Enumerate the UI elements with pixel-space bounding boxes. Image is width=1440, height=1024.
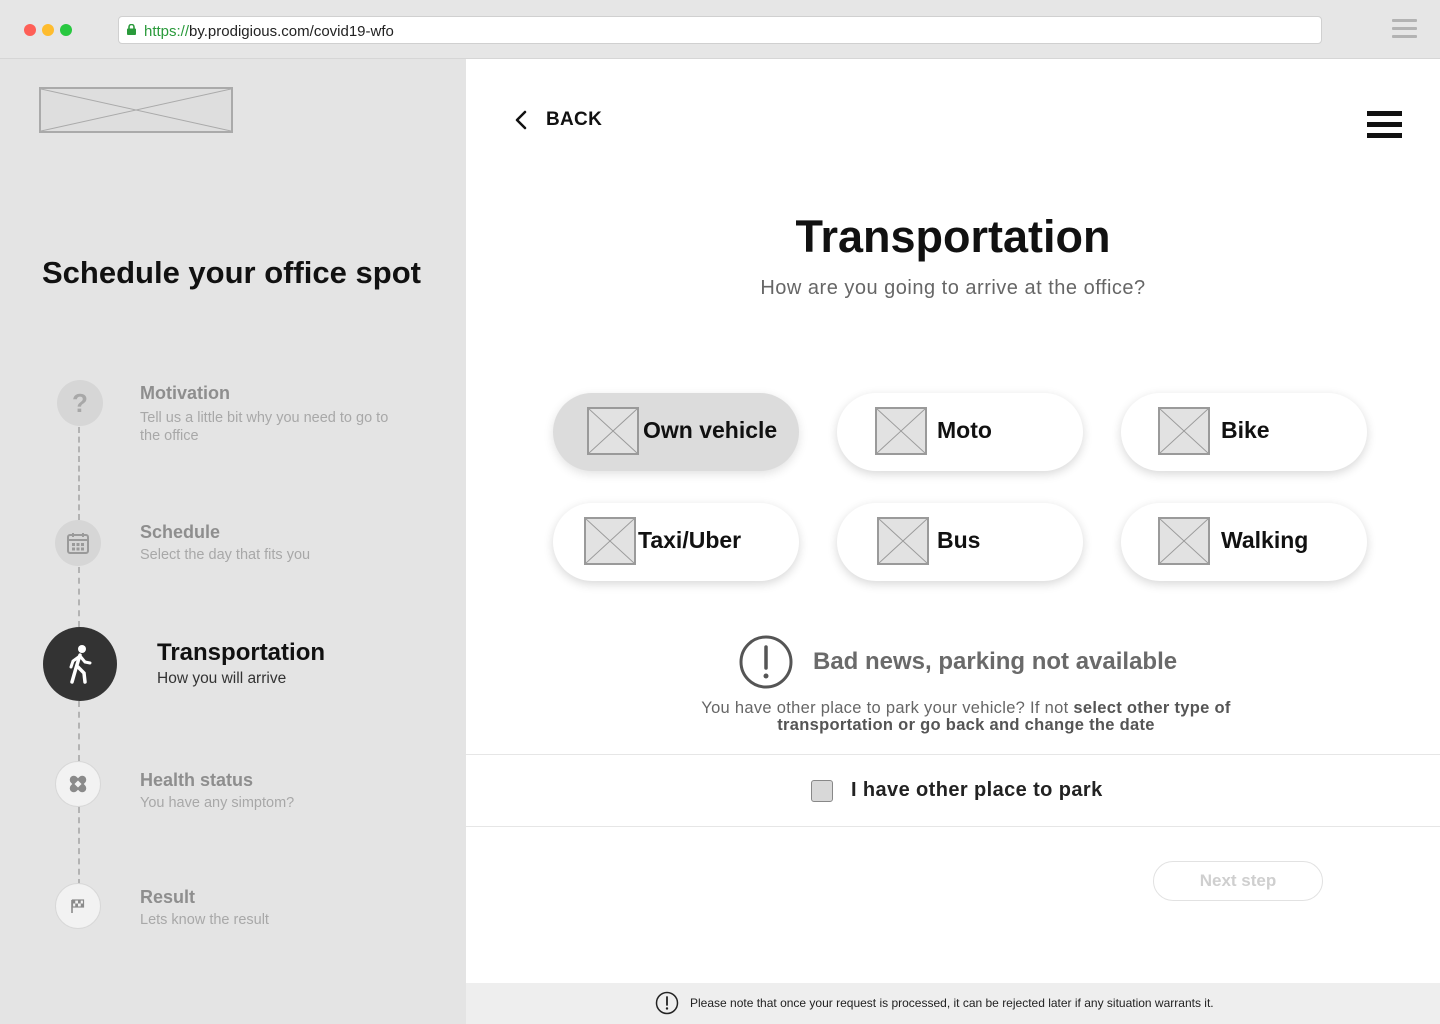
bandage-icon [69, 775, 87, 793]
browser-chrome: https://by.prodigious.com/covid19-wfo [0, 0, 1440, 59]
step-connector [78, 807, 80, 885]
step-result-title[interactable]: Result [140, 887, 195, 908]
option-label: Own vehicle [643, 417, 778, 443]
walking-person-icon [69, 645, 92, 684]
step-motivation-title[interactable]: Motivation [140, 383, 230, 404]
flag-icon [71, 899, 85, 913]
window-close-button[interactable] [24, 24, 36, 36]
taxi-image-placeholder [584, 517, 636, 565]
option-label: Bike [1221, 417, 1270, 443]
option-bus[interactable]: Bus [837, 503, 1083, 581]
window-minimize-button[interactable] [42, 24, 54, 36]
other-parking-label[interactable]: I have other place to park [851, 779, 1103, 802]
option-label: Taxi/Uber [638, 527, 742, 553]
step-health-icon[interactable] [55, 761, 101, 807]
next-step-button[interactable]: Next step [1153, 861, 1323, 901]
step-motivation-icon[interactable]: ? [57, 380, 103, 426]
footer-text: Please note that once your request is pr… [690, 996, 1214, 1010]
option-walking[interactable]: Walking [1121, 503, 1367, 581]
option-label: Walking [1221, 527, 1309, 553]
warning-text: You have other place to park your vehicl… [701, 699, 1231, 734]
url-text: https://by.prodigious.com/covid19-wfo [144, 23, 394, 40]
step-schedule-subtitle: Select the day that fits you [140, 547, 311, 563]
step-schedule-icon[interactable] [55, 520, 101, 566]
option-moto[interactable]: Moto [837, 393, 1083, 471]
step-connector [78, 567, 80, 627]
step-motivation-subtitle: Tell us a little bit why you need to go … [140, 410, 389, 444]
page-title: Transportation [795, 211, 1111, 262]
logo-placeholder [39, 87, 233, 133]
option-label: Bus [937, 527, 981, 553]
step-schedule-title[interactable]: Schedule [140, 522, 220, 543]
lock-icon [127, 24, 136, 35]
window-maximize-button[interactable] [60, 24, 72, 36]
own-vehicle-image-placeholder [587, 407, 639, 455]
question-icon: ? [72, 388, 88, 418]
page-subtitle: How are you going to arrive at the offic… [760, 277, 1146, 299]
browser-menu-icon[interactable] [1392, 19, 1417, 39]
step-health-title[interactable]: Health status [140, 770, 253, 791]
warning-title: Bad news, parking not available [813, 648, 1178, 675]
option-own-vehicle[interactable]: Own vehicle [553, 393, 799, 471]
main-content: BACK Transportation How are you going to… [466, 59, 1440, 1024]
step-transportation-subtitle: How you will arrive [157, 670, 287, 687]
warning-icon [739, 635, 793, 689]
bike-image-placeholder [1158, 407, 1210, 455]
option-bike[interactable]: Bike [1121, 393, 1367, 471]
calendar-icon [67, 533, 89, 554]
sidebar: Schedule your office spot ? Motivation T… [0, 59, 466, 1024]
step-health-subtitle: You have any simptom? [140, 795, 295, 811]
sidebar-title: Schedule your office spot [42, 255, 421, 290]
step-connector [78, 701, 80, 761]
info-alert-icon [655, 991, 679, 1015]
option-taxi-uber[interactable]: Taxi/Uber [553, 503, 799, 581]
address-bar[interactable]: https://by.prodigious.com/covid19-wfo [118, 16, 1322, 44]
other-parking-checkbox[interactable] [811, 780, 833, 802]
step-transportation-title[interactable]: Transportation [157, 639, 325, 667]
svg-text:?: ? [72, 388, 88, 418]
step-result-icon[interactable] [55, 883, 101, 929]
bus-image-placeholder [877, 517, 929, 565]
step-connector [78, 427, 80, 520]
footer-note: Please note that once your request is pr… [466, 983, 1440, 1024]
back-label: BACK [546, 109, 603, 130]
moto-image-placeholder [875, 407, 927, 455]
step-transportation-icon[interactable] [43, 627, 117, 701]
park-option-row: I have other place to park [466, 754, 1440, 827]
step-result-subtitle: Lets know the result [140, 912, 269, 928]
walking-image-placeholder [1158, 517, 1210, 565]
option-label: Moto [937, 417, 992, 443]
chevron-left-icon [515, 110, 527, 130]
back-button[interactable]: BACK [514, 109, 602, 131]
menu-icon[interactable] [1367, 111, 1402, 139]
